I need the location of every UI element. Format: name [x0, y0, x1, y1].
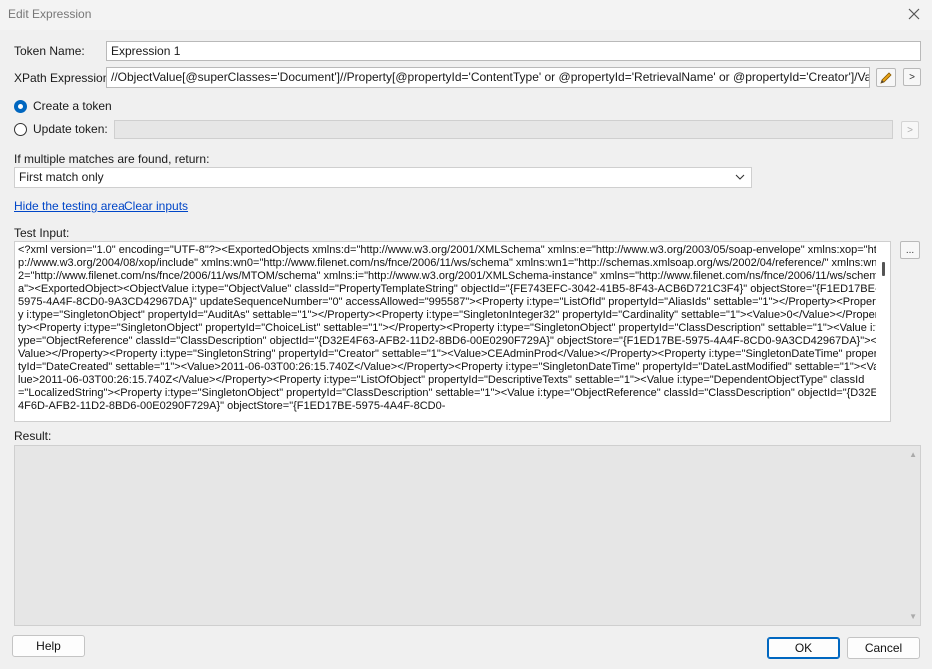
pencil-icon — [880, 71, 892, 84]
update-token-radio[interactable]: Update token: — [14, 122, 108, 136]
ok-button[interactable]: OK — [767, 637, 840, 659]
cancel-button[interactable]: Cancel — [847, 637, 920, 659]
browse-test-input-button[interactable]: ... — [900, 241, 920, 259]
close-button[interactable] — [896, 0, 932, 28]
xpath-more-button[interactable]: > — [903, 68, 921, 86]
scroll-down-icon[interactable]: ▼ — [909, 612, 917, 621]
update-token-label: Update token: — [33, 122, 108, 136]
multiple-matches-value: First match only — [19, 170, 104, 184]
test-input-scrollbar[interactable] — [876, 242, 890, 421]
create-token-radio[interactable]: Create a token — [14, 99, 112, 113]
xpath-label: XPath Expression: — [14, 71, 113, 85]
hide-testing-area-link[interactable]: Hide the testing area — [14, 199, 125, 213]
test-input-textarea[interactable]: <?xml version="1.0" encoding="UTF-8"?><E… — [14, 241, 891, 422]
create-token-label: Create a token — [33, 99, 112, 113]
title-bar: Edit Expression — [0, 0, 932, 30]
xpath-input[interactable]: //ObjectValue[@superClasses='Document']/… — [106, 67, 870, 88]
help-button[interactable]: Help — [12, 635, 85, 657]
test-input-content: <?xml version="1.0" encoding="UTF-8"?><E… — [18, 244, 881, 412]
update-token-input[interactable] — [114, 120, 893, 139]
edit-xpath-button[interactable] — [876, 68, 896, 87]
radio-indicator — [14, 99, 27, 113]
result-area[interactable]: ▲ ▼ — [14, 445, 921, 626]
token-name-input[interactable]: Expression 1 — [106, 41, 921, 61]
multiple-matches-label: If multiple matches are found, return: — [14, 152, 210, 166]
clear-inputs-link[interactable]: Clear inputs — [124, 199, 188, 213]
test-input-label: Test Input: — [14, 226, 70, 240]
close-icon — [908, 8, 920, 20]
window-title: Edit Expression — [8, 7, 92, 21]
scroll-up-icon[interactable]: ▲ — [909, 450, 917, 459]
multiple-matches-select[interactable]: First match only — [14, 167, 752, 188]
chevron-down-icon — [735, 168, 745, 193]
update-token-more-button[interactable]: > — [901, 121, 919, 139]
radio-indicator — [14, 122, 27, 136]
result-label: Result: — [14, 429, 52, 443]
token-name-label: Token Name: — [14, 44, 85, 58]
scrollbar-thumb[interactable] — [882, 262, 885, 276]
